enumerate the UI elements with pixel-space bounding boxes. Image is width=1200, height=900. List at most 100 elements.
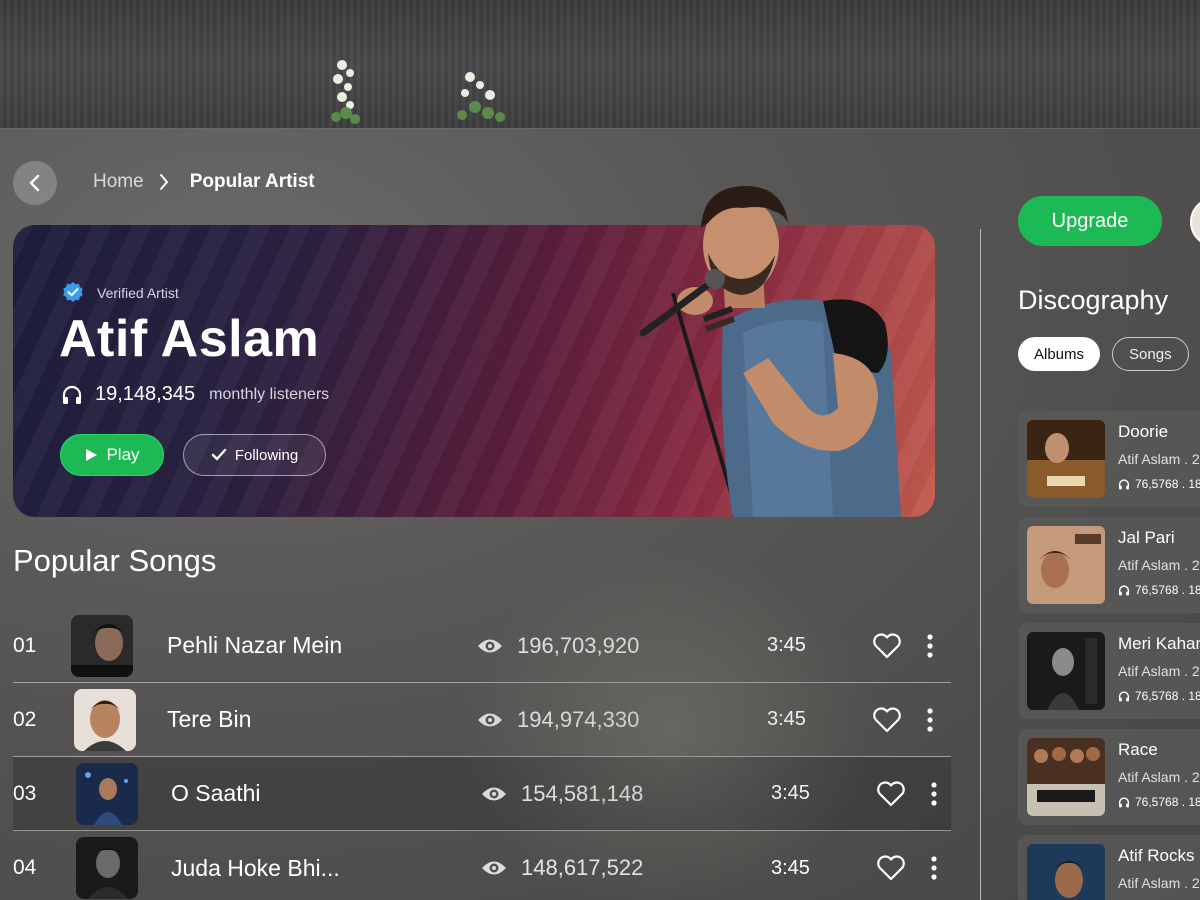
- song-number: 04: [13, 856, 37, 879]
- heart-icon[interactable]: [876, 855, 930, 881]
- album-name: Jal Pari: [1118, 528, 1175, 547]
- song-title: Tere Bin: [167, 706, 252, 732]
- discography-title: Discography: [1018, 285, 1169, 315]
- song-title: O Saathi: [171, 780, 261, 806]
- song-number: 03: [13, 781, 37, 805]
- album-card[interactable]: Atif Rocks Atif Aslam . 2: [1018, 835, 1200, 900]
- album-plays-count: 76,5768 . 18: [1135, 477, 1200, 491]
- song-number: 01: [13, 633, 37, 657]
- song-number: 02: [13, 707, 37, 731]
- more-options-icon[interactable]: [930, 855, 938, 881]
- song-row[interactable]: 03 O Saathi 154,581,148 3:45: [13, 757, 951, 831]
- artist-hero-banner: Verified Artist Atif Aslam 19,148,345 mo…: [13, 185, 935, 517]
- eye-icon: [478, 713, 502, 726]
- album-plays: 76,5768 . 18: [1118, 689, 1200, 703]
- verified-label: Verified Artist: [97, 285, 179, 301]
- heart-icon[interactable]: [876, 780, 930, 807]
- album-cover: [1027, 844, 1105, 900]
- artist-photo: [639, 185, 901, 517]
- album-list: Doorie Atif Aslam . 2 76,5768 . 18 Jal P…: [1018, 411, 1200, 900]
- song-views-count: 196,703,920: [517, 632, 640, 658]
- tab-albums[interactable]: Albums: [1018, 337, 1101, 371]
- background-wall: [0, 0, 1200, 130]
- song-views-count: 148,617,522: [521, 855, 644, 880]
- song-views: 148,617,522: [481, 855, 771, 881]
- chevron-right-icon: [158, 172, 170, 192]
- album-name: Atif Rocks: [1118, 846, 1195, 865]
- check-icon: [211, 448, 227, 461]
- song-duration: 3:45: [767, 708, 806, 730]
- album-artist: Atif Aslam . 2: [1118, 557, 1200, 573]
- following-label: Following: [234, 446, 299, 464]
- play-icon: [86, 449, 98, 461]
- popular-songs-list: 01 Pehli Nazar Mein 196,703,920 3:45 02 …: [13, 609, 951, 900]
- album-card[interactable]: Doorie Atif Aslam . 2 76,5768 . 18: [1018, 411, 1200, 507]
- album-cover: [1027, 420, 1105, 498]
- song-cover: [76, 837, 138, 899]
- eye-icon: [482, 861, 506, 875]
- album-name: Meri Kahani: [1118, 634, 1200, 653]
- headphones-icon: [1118, 478, 1130, 489]
- album-name: Race: [1118, 740, 1158, 759]
- song-duration: 3:45: [767, 634, 806, 656]
- monthly-listeners: 19,148,345 monthly listeners: [61, 383, 329, 406]
- breadcrumb-home-link[interactable]: Home: [93, 171, 144, 193]
- song-views: 154,581,148: [481, 781, 771, 807]
- album-plays-count: 76,5768 . 18: [1135, 689, 1200, 703]
- album-plays: 76,5768 . 18: [1118, 583, 1200, 597]
- heart-icon[interactable]: [872, 632, 926, 659]
- album-artist: Atif Aslam . 2: [1118, 663, 1200, 679]
- album-artist: Atif Aslam . 2: [1118, 875, 1200, 891]
- play-button[interactable]: Play: [60, 434, 164, 476]
- verified-badge: Verified Artist: [61, 281, 179, 305]
- headphones-icon: [62, 385, 82, 404]
- main-panel: Home Popular Artist Verified Artist Atif…: [0, 128, 1200, 900]
- song-row[interactable]: 04 Juda Hoke Bhi... 148,617,522 3:45: [13, 831, 951, 900]
- song-title: Juda Hoke Bhi...: [171, 854, 340, 881]
- discography-tabs: Albums Songs: [1018, 337, 1189, 371]
- more-options-icon[interactable]: [926, 707, 934, 733]
- song-views: 194,974,330: [477, 707, 767, 733]
- album-artist: Atif Aslam . 2: [1118, 769, 1200, 785]
- verified-check-icon: [63, 282, 83, 302]
- album-card[interactable]: Meri Kahani Atif Aslam . 2 76,5768 . 18: [1018, 623, 1200, 719]
- breadcrumb: Home Popular Artist: [93, 171, 315, 193]
- column-divider: [980, 229, 981, 900]
- upgrade-button[interactable]: Upgrade: [1018, 196, 1162, 246]
- popular-songs-title: Popular Songs: [13, 543, 217, 578]
- song-views: 196,703,920: [477, 633, 767, 659]
- more-options-icon[interactable]: [930, 781, 938, 807]
- tab-songs[interactable]: Songs: [1112, 337, 1189, 371]
- listeners-count: 19,148,345: [95, 383, 196, 405]
- headphones-icon: [1118, 796, 1130, 807]
- song-cover: [76, 762, 138, 825]
- artist-name: Atif Aslam: [59, 310, 320, 368]
- album-artist: Atif Aslam . 2: [1118, 451, 1200, 467]
- headphones-icon: [1118, 690, 1130, 701]
- breadcrumb-current: Popular Artist: [189, 171, 315, 192]
- album-plays: 76,5768 . 18: [1118, 795, 1200, 809]
- song-views-count: 154,581,148: [521, 780, 644, 806]
- song-duration: 3:45: [771, 782, 810, 804]
- more-options-icon[interactable]: [926, 633, 934, 659]
- song-row[interactable]: 01 Pehli Nazar Mein 196,703,920 3:45: [13, 609, 951, 683]
- album-card[interactable]: Race Atif Aslam . 2 76,5768 . 18: [1018, 729, 1200, 825]
- album-cover: [1027, 632, 1105, 710]
- eye-icon: [482, 787, 506, 800]
- song-cover: [71, 614, 133, 677]
- song-views-count: 194,974,330: [517, 706, 640, 732]
- avatar[interactable]: [1190, 197, 1200, 247]
- song-duration: 3:45: [771, 856, 810, 879]
- song-row[interactable]: 02 Tere Bin 194,974,330 3:45: [13, 683, 951, 757]
- album-plays-count: 76,5768 . 18: [1135, 795, 1200, 809]
- plant-decoration: [331, 60, 505, 124]
- eye-icon: [478, 639, 502, 652]
- heart-icon[interactable]: [872, 706, 926, 733]
- following-button[interactable]: Following: [183, 434, 326, 476]
- back-button[interactable]: [13, 161, 57, 205]
- headphones-icon: [1118, 584, 1130, 595]
- song-title: Pehli Nazar Mein: [167, 632, 343, 658]
- album-card[interactable]: Jal Pari Atif Aslam . 2 76,5768 . 18: [1018, 517, 1200, 613]
- listeners-label: monthly listeners: [209, 385, 330, 403]
- chevron-left-icon: [29, 174, 40, 192]
